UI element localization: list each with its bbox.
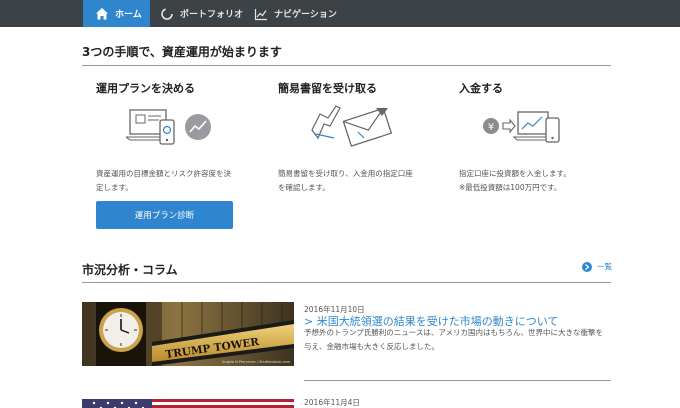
plan-diagnosis-button[interactable]: 運用プラン診断 (96, 201, 233, 229)
tab-home-label: ホーム (115, 10, 142, 20)
tab-portfolio-label: ポートフォリオ (180, 10, 244, 20)
step-1-title: 運用プランを決める (96, 82, 195, 95)
article-excerpt: 予想外のトランプ氏勝利のニュースは、アメリカ国内はもちろん、世界中に大きな衝撃を… (304, 328, 604, 351)
us-flag-photo[interactable] (82, 396, 294, 408)
tab-home[interactable]: ホーム (83, 0, 150, 27)
article-divider (304, 380, 611, 381)
home-icon (95, 7, 109, 21)
envelope-sign-illustration (311, 105, 393, 147)
article-date: 2016年11月4日 (304, 398, 360, 407)
svg-text:¥: ¥ (488, 122, 494, 133)
top-nav: ホーム ポートフォリオ ナビゲーション (0, 0, 680, 27)
device-chart-illustration (126, 109, 211, 145)
tab-navigation-label: ナビゲーション (274, 10, 337, 20)
tab-navigation[interactable]: ナビゲーション (254, 0, 344, 27)
step-3-title: 入金する (459, 82, 503, 95)
portfolio-icon (160, 7, 174, 21)
step-3-desc: 指定口座に投資額を入金します。 ※最低投資額は100万円です。 (459, 169, 571, 192)
steps-section-title: 3つの手順で、資産運用が始まります (82, 45, 282, 59)
yen-transfer-illustration: ¥ (483, 111, 560, 143)
step-1-desc: 資産運用の目標金額とリスク許容度を決 定します。 (96, 169, 231, 192)
navigation-icon (254, 7, 268, 21)
step-2-desc: 簡易書留を受け取り、入金用の指定口座 を確認します。 (278, 169, 413, 192)
view-all-link[interactable]: 一覧 (582, 261, 612, 272)
tab-portfolio[interactable]: ポートフォリオ (160, 0, 245, 27)
divider (82, 65, 611, 66)
view-all-label: 一覧 (597, 262, 612, 271)
divider (82, 282, 611, 283)
trump-tower-photo[interactable]: TRUMP TOWER Angela N Perryman / Shutters… (82, 302, 294, 366)
market-section-title: 市況分析・コラム (82, 263, 178, 277)
arrow-right-icon (582, 261, 592, 272)
step-2-title: 簡易書留を受け取る (278, 82, 377, 95)
photo-credit: Angela N Perryman / Shutterstock.com (222, 360, 291, 364)
